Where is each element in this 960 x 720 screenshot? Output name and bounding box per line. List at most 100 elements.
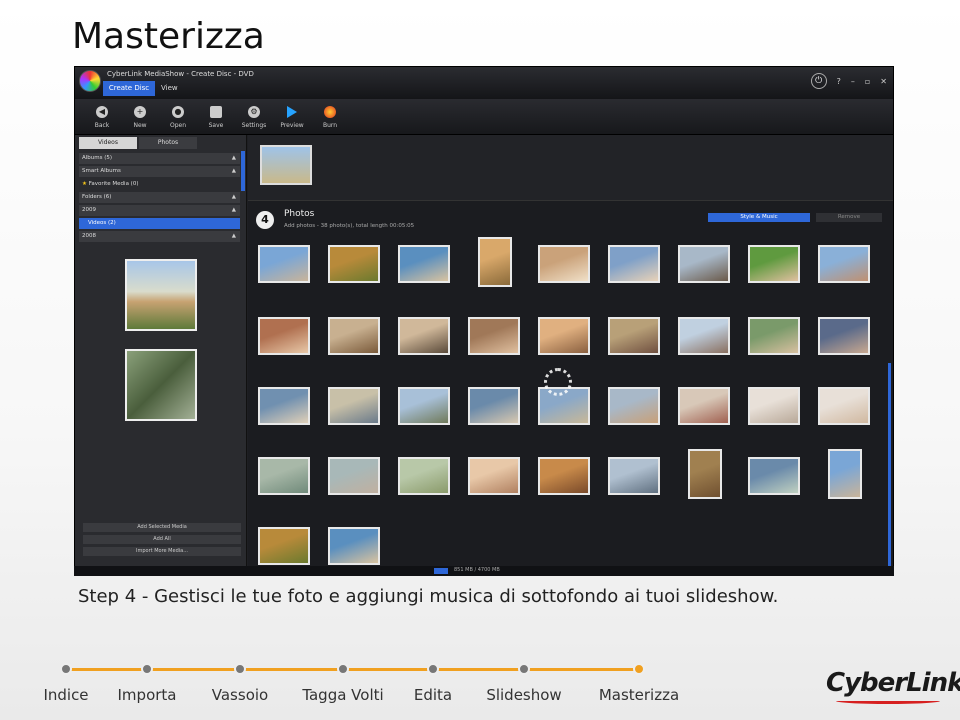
- disc-usage-text: 851 MB / 4700 MB: [454, 567, 500, 573]
- tab-photos[interactable]: Photos: [139, 137, 197, 149]
- back-icon: ◀: [96, 105, 108, 118]
- photo-thumbnail[interactable]: [608, 387, 660, 425]
- tab-videos[interactable]: Videos: [79, 137, 137, 149]
- title-bar: CyberLink MediaShow - Create Disc - DVD …: [75, 67, 893, 99]
- chevron-up-icon: ▲: [231, 194, 236, 200]
- photo-thumbnail[interactable]: [748, 457, 800, 495]
- remove-button[interactable]: Remove: [816, 213, 882, 222]
- add-all-button[interactable]: Add All: [83, 535, 241, 544]
- slide-title: Masterizza: [72, 16, 265, 57]
- photo-thumbnail[interactable]: [258, 387, 310, 425]
- photo-thumbnail[interactable]: [608, 457, 660, 495]
- photo-thumbnail[interactable]: [818, 387, 870, 425]
- photo-thumbnail[interactable]: [678, 387, 730, 425]
- photo-thumbnail[interactable]: [398, 387, 450, 425]
- nav-item-masterizza[interactable]: Masterizza: [599, 686, 679, 704]
- photo-thumbnail[interactable]: [818, 245, 870, 283]
- tree-item-2008[interactable]: 2008 ▲: [79, 231, 240, 242]
- photos-title: Photos: [284, 209, 315, 219]
- photo-thumbnail[interactable]: [258, 527, 310, 565]
- menu-thumbnail[interactable]: [260, 145, 312, 185]
- photo-thumbnail[interactable]: [328, 245, 380, 283]
- photo-thumbnail[interactable]: [748, 317, 800, 355]
- open-button[interactable]: ● Open: [159, 99, 197, 135]
- help-icon[interactable]: ?: [837, 77, 841, 86]
- photo-thumbnail[interactable]: [678, 317, 730, 355]
- photo-thumbnail[interactable]: [608, 317, 660, 355]
- photo-thumbnail[interactable]: [328, 457, 380, 495]
- minimize-icon[interactable]: –: [851, 77, 855, 86]
- app-logo-icon[interactable]: [79, 70, 101, 92]
- tree-item-favorite-media[interactable]: ★ Favorite Media (0): [79, 179, 240, 190]
- tree-label: Smart Albums: [82, 168, 121, 174]
- tab-view[interactable]: View: [161, 81, 178, 96]
- disc-usage-bar: [434, 568, 448, 574]
- style-music-button[interactable]: Style & Music: [708, 213, 810, 222]
- tree-item-videos[interactable]: Videos (2): [79, 218, 240, 229]
- nav-dot-4[interactable]: [427, 663, 439, 675]
- import-more-media-button[interactable]: Import More Media...: [83, 547, 241, 556]
- tab-create-disc[interactable]: Create Disc: [103, 81, 155, 96]
- tree-scrollbar[interactable]: [241, 151, 245, 191]
- photo-thumbnail[interactable]: [678, 245, 730, 283]
- nav-item-importa[interactable]: Importa: [118, 686, 177, 704]
- open-label: Open: [169, 121, 187, 129]
- nav-item-tagga-volti[interactable]: Tagga Volti: [302, 686, 383, 704]
- user-icon[interactable]: ⏻: [810, 73, 827, 89]
- photo-thumbnail[interactable]: [468, 457, 520, 495]
- slide-caption: Step 4 - Gestisci le tue foto e aggiungi…: [78, 586, 779, 607]
- new-button[interactable]: + New: [121, 99, 159, 135]
- tree-item-albums[interactable]: Albums (5) ▲: [79, 153, 240, 164]
- photo-thumbnail[interactable]: [398, 317, 450, 355]
- save-icon: [210, 105, 222, 118]
- photo-thumbnail[interactable]: [608, 245, 660, 283]
- photo-thumbnail[interactable]: [468, 317, 520, 355]
- save-button[interactable]: Save: [197, 99, 235, 135]
- nav-item-indice[interactable]: Indice: [43, 686, 88, 704]
- back-button[interactable]: ◀ Back: [83, 99, 121, 135]
- photo-grid-scrollbar[interactable]: [888, 363, 891, 575]
- photo-thumbnail[interactable]: [328, 527, 380, 565]
- close-icon[interactable]: ✕: [880, 77, 887, 86]
- nav-dot-0[interactable]: [60, 663, 72, 675]
- photo-thumbnail[interactable]: [258, 317, 310, 355]
- nav-dot-2[interactable]: [234, 663, 246, 675]
- nav-item-slideshow[interactable]: Slideshow: [486, 686, 561, 704]
- preview-button[interactable]: Preview: [273, 99, 311, 135]
- nav-dot-6[interactable]: [633, 663, 645, 675]
- photo-thumbnail[interactable]: [258, 457, 310, 495]
- video-thumbnail[interactable]: [125, 349, 197, 421]
- photo-thumbnail[interactable]: [748, 387, 800, 425]
- tree-item-2009[interactable]: 2009 ▲: [79, 205, 240, 216]
- tree-item-folders[interactable]: Folders (6) ▲: [79, 192, 240, 203]
- nav-item-edita[interactable]: Edita: [414, 686, 452, 704]
- tree-label: 2008: [82, 233, 96, 239]
- video-thumbnail[interactable]: [125, 259, 197, 331]
- photo-thumbnail[interactable]: [328, 317, 380, 355]
- photo-thumbnail[interactable]: [538, 245, 590, 283]
- photo-thumbnail[interactable]: [328, 387, 380, 425]
- nav-dot-5[interactable]: [518, 663, 530, 675]
- nav-dot-1[interactable]: [141, 663, 153, 675]
- nav-item-vassoio[interactable]: Vassoio: [212, 686, 268, 704]
- window-controls: ⏻ ? – ▫ ✕: [810, 73, 887, 89]
- photo-thumbnail[interactable]: [538, 457, 590, 495]
- nav-dot-3[interactable]: [337, 663, 349, 675]
- tree-label: Favorite Media (0): [88, 181, 139, 187]
- photo-thumbnail[interactable]: [538, 317, 590, 355]
- burn-button[interactable]: Burn: [311, 99, 349, 135]
- maximize-icon[interactable]: ▫: [865, 77, 870, 86]
- photo-thumbnail[interactable]: [478, 237, 512, 287]
- add-selected-media-button[interactable]: Add Selected Media: [83, 523, 241, 532]
- photo-thumbnail[interactable]: [258, 245, 310, 283]
- photos-subtitle: Add photos - 38 photo(s), total length 0…: [284, 223, 415, 229]
- photo-thumbnail[interactable]: [828, 449, 862, 499]
- photo-thumbnail[interactable]: [688, 449, 722, 499]
- tree-item-smart-albums[interactable]: Smart Albums ▲: [79, 166, 240, 177]
- photo-thumbnail[interactable]: [818, 317, 870, 355]
- photo-thumbnail[interactable]: [748, 245, 800, 283]
- photo-thumbnail[interactable]: [468, 387, 520, 425]
- photo-thumbnail[interactable]: [398, 245, 450, 283]
- settings-button[interactable]: ⚙ Settings: [235, 99, 273, 135]
- photo-thumbnail[interactable]: [398, 457, 450, 495]
